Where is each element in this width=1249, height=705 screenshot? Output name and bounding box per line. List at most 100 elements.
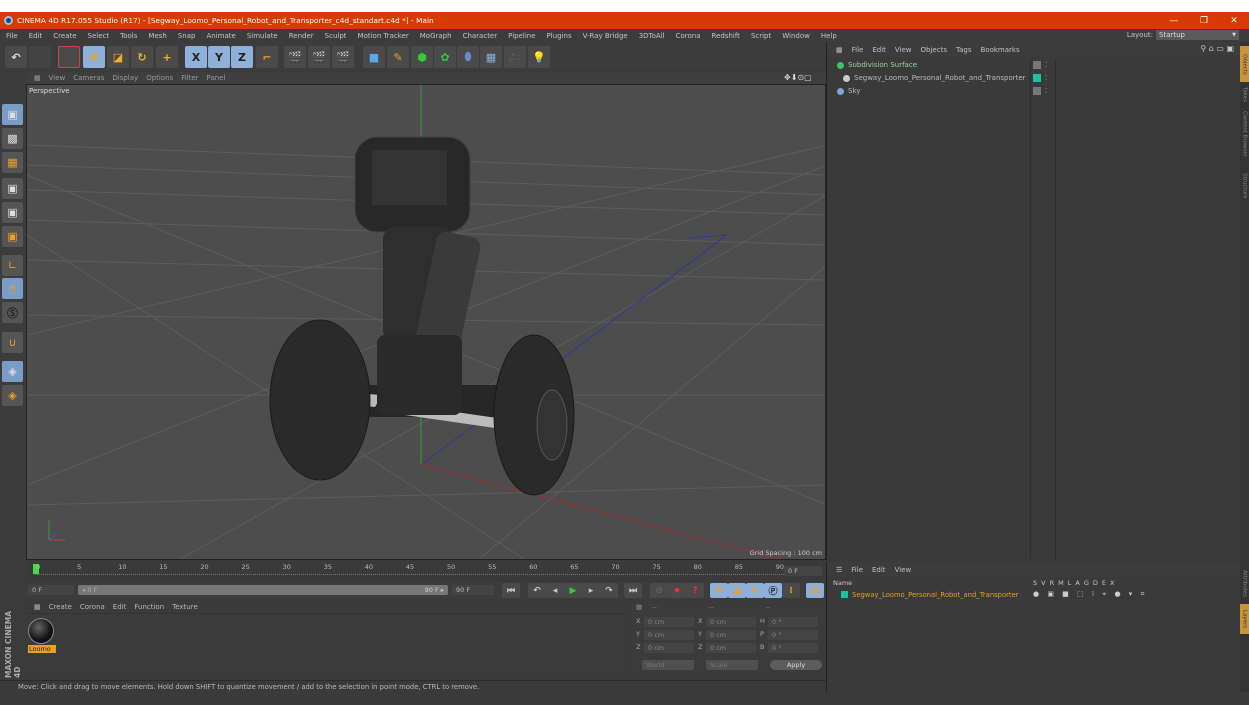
side-tab-structure[interactable]: Structure [1240,166,1249,206]
segway-loomo-model[interactable] [269,136,575,496]
layer-column-r[interactable]: R [1050,579,1055,587]
record-keys-button[interactable]: ⊘ [650,583,668,598]
viewport-menu-display[interactable]: Display [112,74,138,82]
key-position-button[interactable]: ✥ [710,583,728,598]
coord-field[interactable]: 0 cm [706,643,756,653]
coord-field[interactable]: 0 cm [706,617,756,627]
om-menu-file[interactable]: File [852,46,864,54]
coord-field[interactable]: 0 cm [644,617,694,627]
viewport-perspective[interactable]: Perspective Grid Spacing : 100 cm [26,84,826,560]
menu-v-ray-bridge[interactable]: V-Ray Bridge [583,32,628,40]
deformer-button[interactable]: ⬮ [457,46,479,68]
workplane-mode-button[interactable]: ▦ [2,152,23,173]
menu-edit[interactable]: Edit [29,32,43,40]
layer-column-x[interactable]: X [1110,579,1114,587]
points-mode-button[interactable]: ▣ [2,178,23,199]
edges-mode-button[interactable]: ▣ [2,202,23,223]
snapping-button[interactable]: ∪ [2,332,23,353]
key-rotation-button[interactable]: ↻ [746,583,764,598]
material-menu-create[interactable]: Create [49,603,72,611]
layout-dropdown[interactable]: Startup [1156,30,1239,40]
redo-button[interactable] [29,46,51,68]
menu-script[interactable]: Script [751,32,771,40]
key-parameter-button[interactable]: Ⓟ [764,583,782,598]
object-row[interactable]: Sky ⁚ [827,85,1237,97]
go-to-next-key-button[interactable]: ↷ [600,583,618,598]
floor-object-button[interactable]: ▦ [480,46,502,68]
layer-column-l[interactable]: L [1068,579,1072,587]
camera-object-button[interactable]: 🎥 [504,46,526,68]
start-frame-field[interactable]: 0 F [28,585,74,595]
coord-field[interactable]: 0 cm [644,643,694,653]
layer-menu-view[interactable]: View [895,566,912,574]
layer-column-m[interactable]: M [1058,579,1064,587]
coord-field[interactable]: 0 ° [768,630,818,640]
layer-icon[interactable] [1033,87,1041,95]
go-to-end-button[interactable]: ⏭ [624,583,642,598]
z-axis-button[interactable]: Z [231,46,253,68]
layer-icon[interactable] [1033,61,1041,69]
side-tab-content-browser[interactable]: Content Browser [1240,108,1249,160]
menu-animate[interactable]: Animate [206,32,235,40]
autokey-button[interactable]: ⏺ [668,583,686,598]
timeline-ruler[interactable]: 0 5 10 15 20 25 30 35 40 45 50 55 60 65 70 75 80 85 90 0 F [26,561,826,581]
key-point-level-button[interactable]: ⁞ [782,583,800,598]
go-to-start-button[interactable]: ⏮ [502,583,520,598]
go-to-previous-key-button[interactable]: ↶ [528,583,546,598]
array-object-button[interactable]: ✿ [434,46,456,68]
material-menu-corona[interactable]: Corona [80,603,105,611]
layer-flag-icons[interactable]: ● ▣ ■ ⬚ ⁞ ⌖ ● ▾ ⌗ [1033,590,1147,599]
menu-pipeline[interactable]: Pipeline [508,32,535,40]
side-tab-layers[interactable]: Layers [1240,604,1249,634]
live-selection-button[interactable] [58,46,80,68]
material-swatch-loomo[interactable]: Loomo [28,618,56,658]
coordinate-system-dropdown[interactable]: World [642,660,694,670]
menu-mesh[interactable]: Mesh [148,32,166,40]
side-tab-attributes[interactable]: Attributes [1240,564,1249,604]
scale-tool-button[interactable]: ◪ [107,46,129,68]
next-frame-button[interactable]: ▸ [582,583,600,598]
model-mode-button[interactable]: ▣ [2,104,23,125]
viewport-menu-filter[interactable]: Filter [181,74,198,82]
om-menu-objects[interactable]: Objects [921,46,947,54]
coord-field[interactable]: 0 ° [768,617,818,627]
layer-column-s[interactable]: S [1033,579,1037,587]
visibility-toggle[interactable]: ⁚ [1045,74,1047,82]
render-view-button[interactable]: 🎬 [284,46,306,68]
material-menu-texture[interactable]: Texture [172,603,198,611]
texture-mode-button[interactable]: ▩ [2,128,23,149]
coord-field[interactable]: 0 cm [706,630,756,640]
undo-button[interactable]: ↶ [5,46,27,68]
om-menu-bookmarks[interactable]: Bookmarks [980,46,1019,54]
viewport-menu-view[interactable]: View [49,74,66,82]
y-axis-button[interactable]: Y [208,46,230,68]
layer-column-v[interactable]: V [1041,579,1045,587]
restore-button[interactable]: ❐ [1189,12,1219,29]
om-menu-tags[interactable]: Tags [956,46,972,54]
frame-range-slider[interactable]: ◂ 0 F 90 F ▸ [78,585,448,595]
visibility-toggle[interactable]: ⁚ [1045,87,1047,95]
layer-column-a[interactable]: A [1075,579,1079,587]
light-object-button[interactable]: 💡 [528,46,550,68]
menu-tools[interactable]: Tools [120,32,137,40]
key-scale-button[interactable]: ◪ [728,583,746,598]
layer-menu-edit[interactable]: Edit [872,566,886,574]
render-picture-viewer-button[interactable]: 🎬 [308,46,330,68]
material-tag[interactable] [1033,74,1041,82]
object-manager-tools-icons[interactable]: ⚲ ⌂ ▭ ▣ [1200,44,1234,53]
polygons-mode-button[interactable]: ▣ [2,226,23,247]
size-mode-dropdown[interactable]: Scale [706,660,758,670]
planar-workplane-button[interactable]: ◈ [2,385,23,406]
menu-3dtoall[interactable]: 3DToAll [639,32,665,40]
play-button[interactable]: ▶ [564,583,582,598]
menu-create[interactable]: Create [53,32,76,40]
menu-file[interactable]: File [6,32,18,40]
viewport-nav-icons[interactable]: ✥⬇⊙▢ [784,73,812,82]
previous-frame-button[interactable]: ◂ [546,583,564,598]
viewport-menu-options[interactable]: Options [146,74,173,82]
menu-corona[interactable]: Corona [676,32,701,40]
workplane-lock-button[interactable]: ◈ [2,361,23,382]
visibility-toggle[interactable]: ⁚ [1045,61,1047,69]
material-menu-edit[interactable]: Edit [113,603,127,611]
menu-render[interactable]: Render [289,32,314,40]
